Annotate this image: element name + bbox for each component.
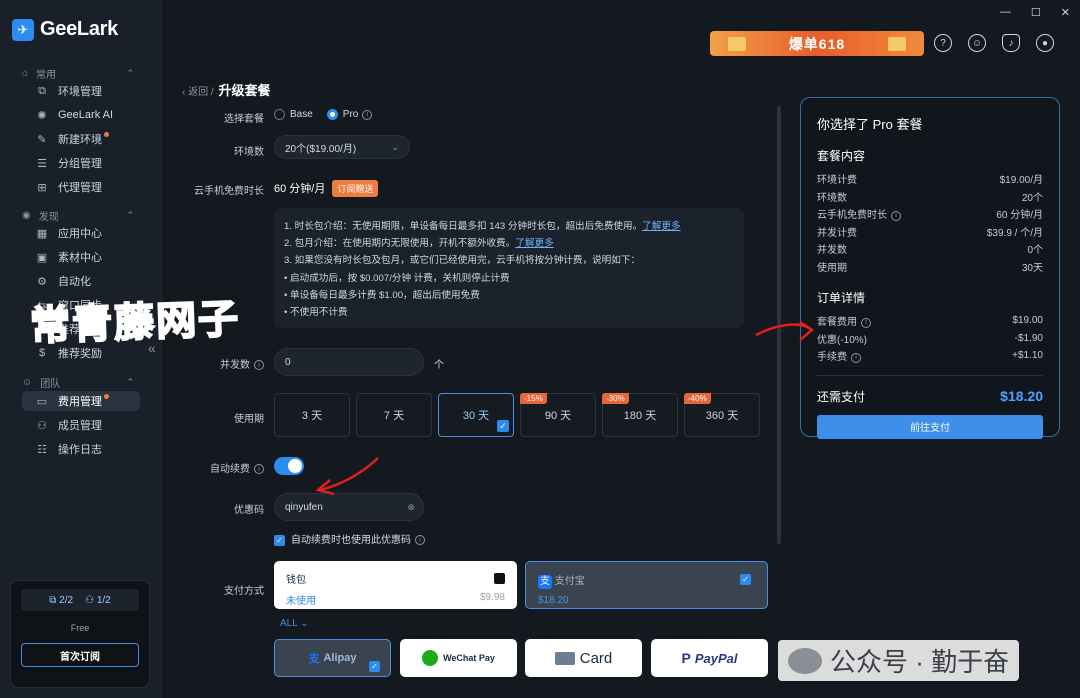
wechat-logo-icon xyxy=(788,647,822,674)
annotation-arrow-coupon xyxy=(319,457,379,492)
annotation-arrows xyxy=(315,320,815,496)
annotation-arrow-discount xyxy=(755,323,813,337)
watermark-text: 常青藤网子 xyxy=(28,295,241,350)
wechat-watermark: 公众号 · 勤于奋 xyxy=(778,640,1020,681)
app-window: ✈ GeeLark ⌂ 常用 ⌃ ⧉ 环境管理 ✺ GeeLark AI ✎ 新建环境… xyxy=(0,0,1080,698)
annotation-arrowhead xyxy=(799,320,815,341)
